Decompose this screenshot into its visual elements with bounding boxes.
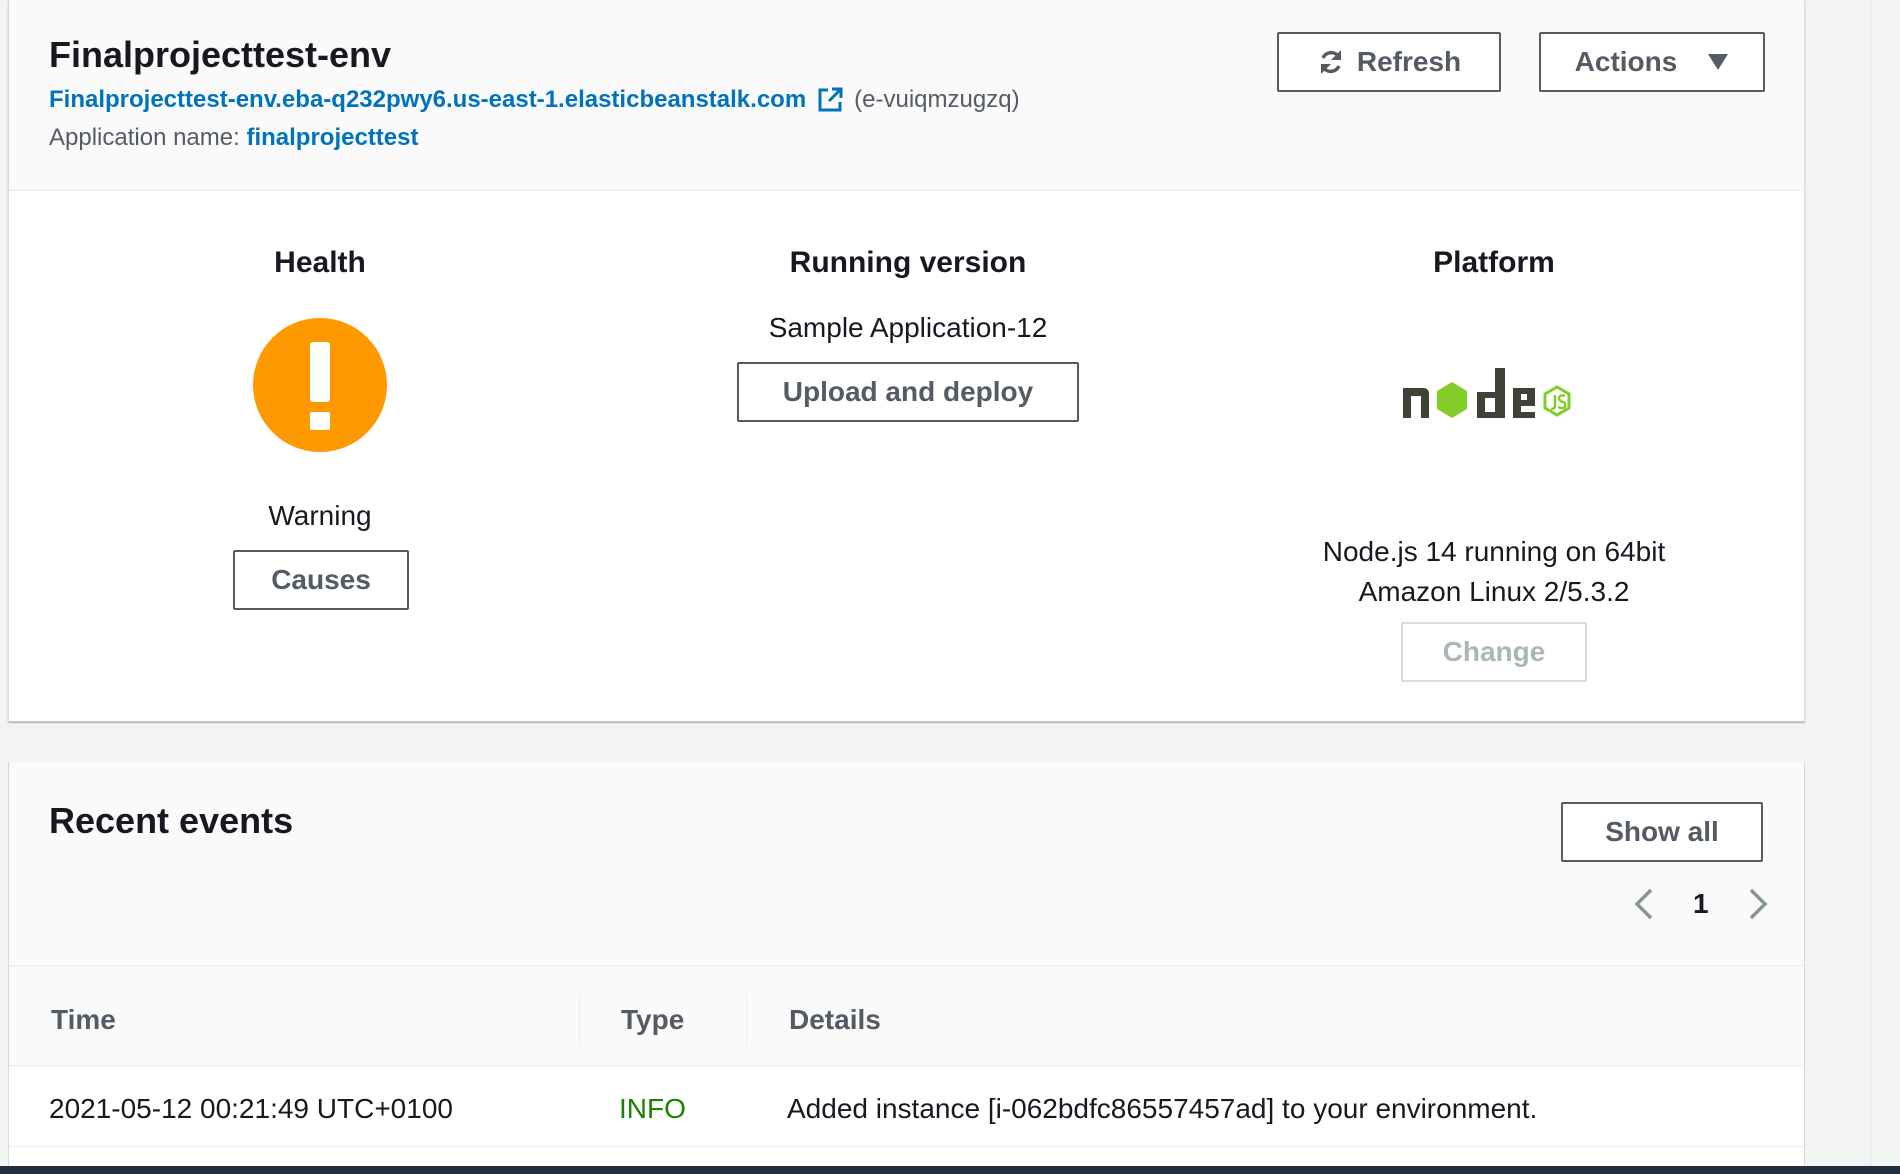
refresh-button-label: Refresh	[1356, 46, 1462, 77]
health-title: Health	[274, 246, 366, 279]
caret-down-icon	[1708, 54, 1729, 70]
actions-dropdown-button[interactable]: Actions	[1539, 32, 1765, 92]
page: Finalprojecttest-env Finalprojecttest-en…	[0, 0, 1900, 1174]
platform-description-line2: Amazon Linux 2/5.3.2	[1358, 576, 1630, 607]
environment-panel: Finalprojecttest-env Finalprojecttest-en…	[8, 0, 1805, 722]
events-table-header: Time Type Details	[9, 966, 1804, 1066]
refresh-icon	[1320, 50, 1341, 74]
column-separator	[746, 994, 747, 1044]
nodejs-logo-icon	[1403, 368, 1571, 418]
page-number[interactable]: 1	[1693, 888, 1709, 920]
chevron-left-icon[interactable]	[1629, 884, 1659, 924]
column-header-time[interactable]: Time	[51, 1004, 116, 1036]
platform-description-line1: Node.js 14 running on 64bit	[1322, 536, 1666, 567]
event-details: Added instance [i-062bdfc86557457ad] to …	[787, 1093, 1538, 1124]
change-platform-button[interactable]: Change	[1401, 622, 1587, 682]
chevron-right-icon[interactable]	[1743, 884, 1773, 924]
running-version-value: Sample Application-12	[768, 312, 1048, 343]
column-header-details[interactable]: Details	[789, 1004, 881, 1036]
environment-name: Finalprojecttest-env	[49, 34, 392, 75]
environment-url-link[interactable]: Finalprojecttest-env.eba-q232pwy6.us-eas…	[49, 86, 806, 114]
platform-description: Node.js 14 running on 64bit Amazon Linux…	[1294, 532, 1694, 612]
event-type: INFO	[619, 1093, 686, 1124]
scroll-gutter	[1870, 0, 1872, 1174]
column-separator	[579, 994, 580, 1044]
table-row: 2021-05-12 00:21:49 UTC+0100 INFO Added …	[9, 1067, 1804, 1147]
running-version-title: Running version	[789, 246, 1027, 279]
environment-header: Finalprojecttest-env Finalprojecttest-en…	[9, 0, 1804, 191]
environment-url-line: Finalprojecttest-env.eba-q232pwy6.us-eas…	[49, 86, 1020, 114]
upload-and-deploy-button[interactable]: Upload and deploy	[737, 362, 1079, 422]
recent-events-title: Recent events	[49, 800, 294, 841]
health-status: Warning	[268, 500, 372, 531]
bottom-bar	[0, 1166, 1900, 1174]
event-time: 2021-05-12 00:21:49 UTC+0100	[49, 1093, 453, 1124]
pagination: 1	[1629, 884, 1773, 924]
refresh-button[interactable]: Refresh	[1277, 32, 1501, 92]
external-link-icon[interactable]	[816, 86, 844, 114]
actions-button-label: Actions	[1574, 46, 1678, 77]
warning-icon	[253, 318, 387, 452]
application-name-line: Application name: finalprojecttest	[49, 124, 418, 152]
platform-title: Platform	[1433, 246, 1555, 279]
column-header-type[interactable]: Type	[621, 1004, 684, 1036]
environment-id: (e-vuiqmzugzq)	[854, 86, 1020, 113]
recent-events-header: Recent events Show all 1	[9, 762, 1804, 966]
causes-button[interactable]: Causes	[233, 550, 409, 610]
application-name-label: Application name:	[49, 124, 240, 151]
application-name-link[interactable]: finalprojecttest	[246, 124, 418, 151]
recent-events-panel: Recent events Show all 1 Time Type Detai…	[8, 762, 1805, 1174]
show-all-button[interactable]: Show all	[1561, 802, 1763, 862]
